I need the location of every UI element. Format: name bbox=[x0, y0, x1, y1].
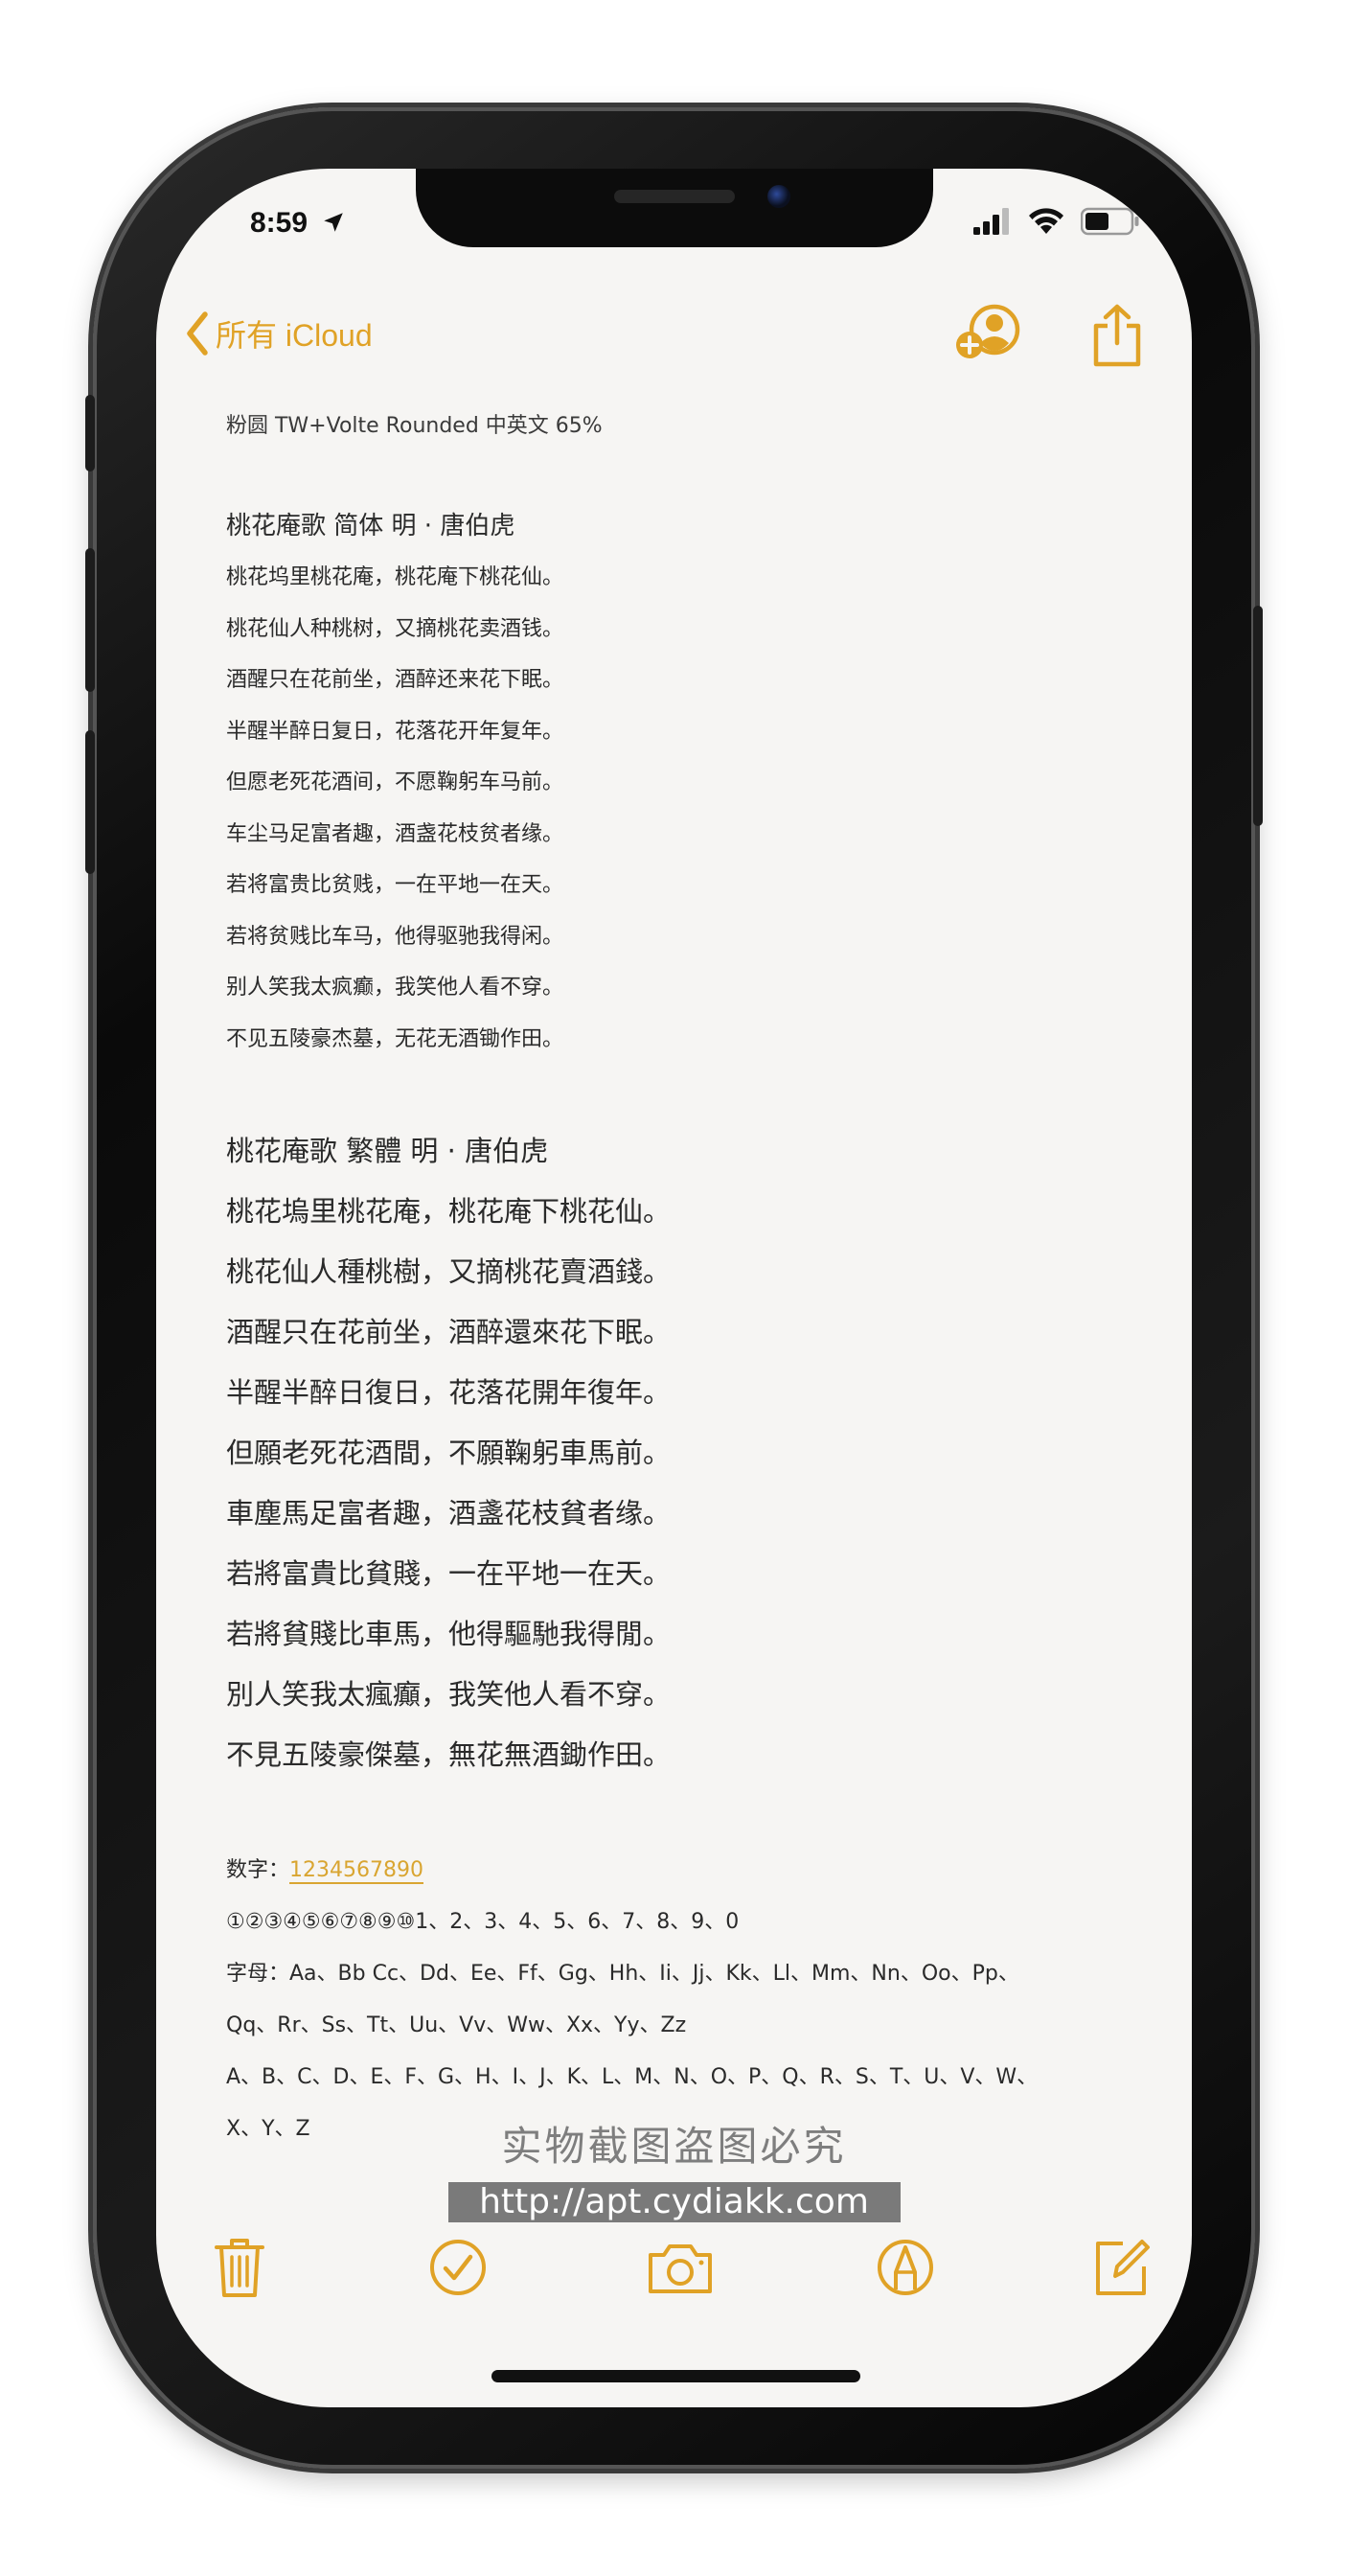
delete-button[interactable] bbox=[211, 2234, 272, 2301]
simplified-poem-title: 桃花庵歌 简体 明 · 唐伯虎 bbox=[226, 512, 515, 540]
add-people-button[interactable] bbox=[954, 303, 1025, 369]
trash-icon bbox=[215, 2239, 264, 2297]
cellular-signal-icon bbox=[973, 208, 1009, 235]
poem-line: 但愿老死花酒间，不愿鞠躬车马前。 bbox=[226, 770, 564, 794]
poem-line: 不见五陵豪杰墓，无花无酒锄作田。 bbox=[226, 1026, 564, 1051]
back-label: 所有 iCloud bbox=[216, 318, 373, 353]
location-arrow-icon bbox=[324, 213, 344, 232]
poem-line: 车尘马足富者趣，酒盏花枝贫者缘。 bbox=[226, 821, 564, 846]
compose-button[interactable] bbox=[1090, 2234, 1152, 2301]
status-indicators bbox=[973, 207, 1140, 236]
checklist-icon bbox=[430, 2240, 486, 2295]
poem-line: 桃花坞里桃花庵，桃花庵下桃花仙。 bbox=[226, 565, 564, 589]
traditional-poem-title: 桃花庵歌 繁體 明 · 唐伯虎 bbox=[226, 1135, 549, 1167]
poem-line: 桃花塢里桃花庵，桃花庵下桃花仙。 bbox=[226, 1195, 672, 1228]
letters-line: 字母：Aa、Bb Cc、Dd、Ee、Ff、Gg、Hh、Ii、Jj、Kk、Ll、M… bbox=[226, 1962, 1019, 1986]
digits-link[interactable]: 1234567890 bbox=[289, 1858, 423, 1882]
chevron-left-icon bbox=[187, 311, 208, 356]
capital-letters-line: A、B、C、D、E、F、G、H、I、J、K、L、M、N、O、P、Q、R、S、T、… bbox=[226, 2065, 1039, 2089]
power-button bbox=[1253, 606, 1263, 826]
poem-line: 别人笑我太疯癫，我笑他人看不穿。 bbox=[226, 976, 564, 1000]
wifi-icon bbox=[1029, 208, 1063, 234]
poem-line: 半醒半醉日復日，花落花開年復年。 bbox=[226, 1376, 672, 1409]
status-time: 8:59 bbox=[250, 207, 346, 240]
share-icon bbox=[1093, 304, 1141, 367]
poem-line: 若将富贵比贫贱，一在平地一在天。 bbox=[226, 873, 564, 897]
poem-line: 但願老死花酒間，不願鞠躬車馬前。 bbox=[226, 1437, 672, 1469]
watermark-title: 实物截图盗图必究 bbox=[501, 2123, 847, 2170]
camera-button[interactable] bbox=[645, 2234, 716, 2301]
poem-line: 不見五陵豪傑墓，無花無酒鋤作田。 bbox=[226, 1738, 672, 1771]
share-button[interactable] bbox=[1088, 303, 1146, 375]
letters-line: Qq、Rr、Ss、Tt、Uu、Vv、Ww、Xx、Yy、Zz bbox=[226, 2013, 687, 2037]
add-person-icon bbox=[956, 304, 1020, 358]
traditional-poem: 桃花塢里桃花庵，桃花庵下桃花仙。 桃花仙人種桃樹，又摘桃花賣酒錢。 酒醒只在花前… bbox=[226, 1182, 1134, 1785]
earpiece-speaker bbox=[614, 190, 735, 203]
font-info-line: 粉圆 TW+Volte Rounded 中英文 65% bbox=[226, 414, 603, 438]
watermark: 实物截图盗图必究 http://apt.cydiakk.com bbox=[156, 2114, 1192, 2222]
digits-line: 数字：1234567890 bbox=[226, 1845, 1134, 1897]
poem-line: 酒醒只在花前坐，酒醉还来花下眠。 bbox=[226, 668, 564, 692]
poem-line: 半醒半醉日复日，花落花开年复年。 bbox=[226, 719, 564, 744]
home-indicator[interactable] bbox=[491, 2370, 860, 2382]
watermark-url: http://apt.cydiakk.com bbox=[447, 2182, 901, 2222]
camera-icon bbox=[649, 2244, 712, 2293]
compose-icon bbox=[1096, 2240, 1150, 2295]
digits-label: 数字： bbox=[226, 1858, 290, 1882]
poem-line: 酒醒只在花前坐，酒醉還來花下眠。 bbox=[226, 1316, 672, 1348]
circled-numbers-line: ①②③④⑤⑥⑦⑧⑨⑩1、2、3、4、5、6、7、8、9、0 bbox=[226, 1910, 740, 1934]
markup-icon bbox=[878, 2240, 933, 2295]
markup-button[interactable] bbox=[875, 2234, 936, 2301]
volume-down-button bbox=[85, 730, 95, 874]
back-button[interactable]: 所有 iCloud bbox=[185, 310, 373, 356]
bottom-toolbar bbox=[156, 2234, 1192, 2311]
poem-line: 車塵馬足富者趣，酒盞花枝貧者缘。 bbox=[226, 1497, 672, 1530]
mute-switch bbox=[85, 395, 95, 472]
checklist-button[interactable] bbox=[427, 2234, 489, 2301]
volume-up-button bbox=[85, 548, 95, 692]
poem-line: 若將貧賤比車馬，他得驅馳我得閒。 bbox=[226, 1618, 672, 1650]
notch bbox=[416, 169, 933, 247]
front-camera bbox=[767, 185, 790, 208]
poem-line: 若将贫贱比车马，他得驱驰我得闲。 bbox=[226, 924, 564, 949]
poem-line: 若將富貴比貧賤，一在平地一在天。 bbox=[226, 1557, 672, 1590]
battery-icon bbox=[1081, 207, 1139, 236]
poem-line: 桃花仙人种桃树，又摘桃花卖酒钱。 bbox=[226, 616, 564, 641]
poem-line: 桃花仙人種桃樹，又摘桃花賣酒錢。 bbox=[226, 1255, 672, 1288]
note-body[interactable]: 粉圆 TW+Volte Rounded 中英文 65% 桃花庵歌 简体 明 · … bbox=[226, 408, 1134, 2155]
navigation-bar: 所有 iCloud bbox=[156, 293, 1192, 380]
simplified-poem: 桃花坞里桃花庵，桃花庵下桃花仙。 桃花仙人种桃树，又摘桃花卖酒钱。 酒醒只在花前… bbox=[226, 552, 1134, 1065]
sample-characters: 数字：1234567890 ①②③④⑤⑥⑦⑧⑨⑩1、2、3、4、5、6、7、8、… bbox=[226, 1845, 1134, 2155]
phone-screen: 8:59 所有 iCloud 粉圆 TW+Volte Rounded 中英文 6… bbox=[156, 169, 1192, 2407]
poem-line: 別人笑我太瘋癲，我笑他人看不穿。 bbox=[226, 1678, 672, 1711]
